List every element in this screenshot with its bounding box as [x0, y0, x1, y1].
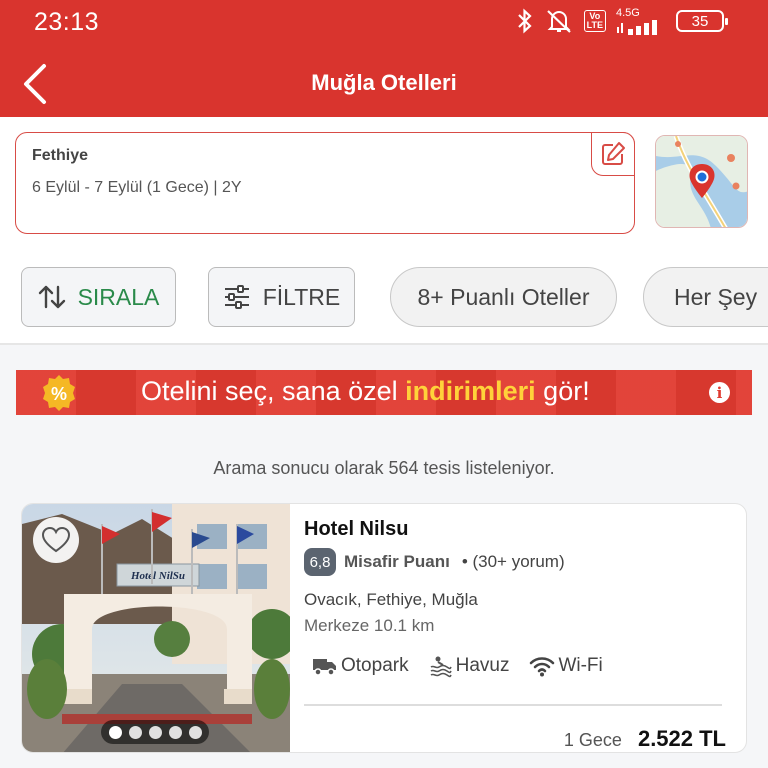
sort-icon — [38, 285, 65, 309]
battery-level: 35 — [691, 12, 709, 30]
filter-button[interactable]: FİLTRE — [208, 267, 355, 327]
banner-text: Otelini seç, sana özel indirimleri gör! — [141, 376, 590, 407]
edit-icon — [602, 142, 625, 165]
banner-text-after: gör! — [535, 376, 590, 406]
photo-dot[interactable] — [168, 725, 182, 739]
night-count: 1 Gece — [563, 730, 622, 750]
hotel-photo[interactable]: Hotel NilSu — [22, 504, 290, 752]
banner-text-before: Otelini seç, sana özel — [141, 376, 406, 406]
battery-icon: 35 — [676, 10, 728, 32]
wifi-icon — [530, 657, 555, 677]
mute-icon — [546, 10, 571, 33]
chip-8-plus-rating[interactable]: 8+ Puanlı Oteller — [390, 267, 617, 327]
page-title: Muğla Otelleri — [311, 70, 457, 95]
status-time: 23:13 — [34, 8, 100, 36]
pool-icon — [430, 656, 452, 678]
amenity-label: Otopark — [341, 655, 409, 676]
hotel-sign-text: Hotel NilSu — [130, 570, 185, 582]
amenity-label: Wi-Fi — [558, 655, 603, 676]
percent-badge-icon: % — [43, 375, 75, 411]
truck-icon — [313, 659, 336, 676]
signal-icon — [617, 19, 657, 35]
filter-label: FİLTRE — [262, 283, 341, 310]
photo-dot[interactable] — [188, 725, 202, 739]
badge-text: % — [51, 384, 67, 404]
hotel-price: 2.522 TL — [637, 726, 726, 751]
amenity-parking: Otopark — [312, 654, 409, 678]
result-count: Arama sonucu olarak 564 tesis listeleniy… — [213, 458, 555, 478]
search-city: Fethiye — [32, 147, 89, 164]
map-pin-icon — [656, 136, 747, 227]
hotel-location: Ovacık, Fethiye, Muğla — [304, 590, 478, 609]
app-header: 23:13 Vo LTE 4.5G 35 Muğla Otelleri — [0, 0, 768, 117]
amenity-wifi: Wi-Fi — [529, 654, 603, 678]
chip-bar: SIRALA FİLTRE 8+ Puanlı Oteller Her Şey — [0, 267, 768, 327]
photo-pagination — [101, 720, 209, 744]
hotel-name: Hotel Nilsu — [304, 518, 409, 540]
chip-all[interactable]: Her Şey — [643, 267, 768, 327]
volte-icon: Vo LTE — [583, 10, 606, 32]
info-icon[interactable]: i — [709, 382, 730, 403]
score-label: Misafir Puanı — [344, 552, 450, 571]
heart-icon — [41, 526, 71, 553]
map-view-button[interactable] — [655, 135, 748, 228]
hotel-distance: Merkeze 10.1 km — [304, 616, 435, 635]
photo-dot[interactable] — [128, 725, 142, 739]
edit-search-button[interactable] — [591, 132, 635, 176]
search-dates-guests: 6 Eylül - 7 Eylül (1 Gece) | 2Y — [32, 179, 242, 196]
network-type: 4.5G — [616, 6, 640, 19]
hotel-card[interactable]: Hotel NilSu Hotel Nilsu 6,8 Misafir Puan… — [21, 503, 747, 753]
sliders-icon — [224, 285, 249, 309]
chip-label: Her Şey — [674, 283, 758, 310]
hotel-info: Hotel Nilsu 6,8 Misafir Puanı • (30+ yor… — [304, 504, 744, 752]
amenity-pool: Havuz — [429, 654, 510, 678]
score-badge: 6,8 — [304, 548, 336, 576]
review-count: • (30+ yorum) — [461, 552, 565, 571]
chip-label: 8+ Puanlı Oteller — [417, 283, 590, 310]
promo-banner[interactable]: % Otelini seç, sana özel indirimleri gör… — [16, 370, 752, 415]
status-icons: Vo LTE 4.5G 35 — [516, 6, 728, 36]
search-summary[interactable]: Fethiye 6 Eylül - 7 Eylül (1 Gece) | 2Y — [15, 132, 635, 234]
sort-button[interactable]: SIRALA — [21, 267, 176, 327]
price-row: 1 Gece 2.522 TL — [564, 726, 726, 752]
favorite-button[interactable] — [33, 517, 79, 563]
amenity-label: Havuz — [455, 655, 510, 676]
divider — [304, 704, 722, 706]
photo-dot[interactable] — [108, 725, 122, 739]
sort-label: SIRALA — [77, 283, 160, 310]
bluetooth-icon — [517, 8, 532, 34]
photo-dot[interactable] — [148, 725, 162, 739]
search-area: Fethiye 6 Eylül - 7 Eylül (1 Gece) | 2Y … — [0, 117, 768, 345]
banner-text-highlight: indirimleri — [405, 376, 536, 406]
rating-row: 6,8 Misafir Puanı • (30+ yorum) — [304, 548, 565, 576]
amenities: Otopark Havuz Wi-Fi — [312, 654, 603, 678]
